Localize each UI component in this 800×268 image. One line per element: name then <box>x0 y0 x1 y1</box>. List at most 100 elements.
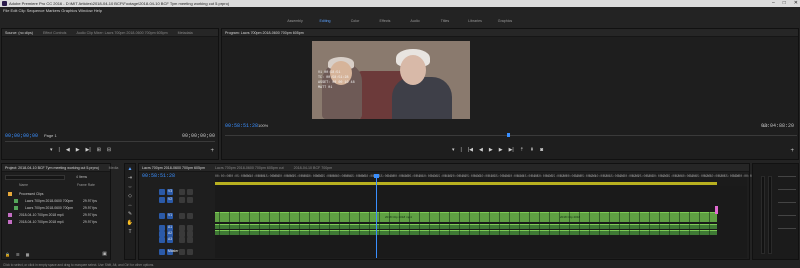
track-select-icon[interactable]: ⇥ <box>127 175 134 182</box>
clip-end-marker <box>715 206 718 214</box>
edit-point <box>309 212 310 235</box>
overlay-line-1: V1 00:58:51 <box>318 71 341 75</box>
step-back-icon[interactable]: ◀ <box>66 147 70 153</box>
program-timecode[interactable]: 00:58:51:28 <box>225 123 258 129</box>
timeline-tab-1[interactable]: Lacrs 700pm 2018-0600 700pm 605pm <box>142 165 205 170</box>
program-add-button[interactable]: + <box>790 148 794 154</box>
minimize-button[interactable]: – <box>772 0 775 7</box>
insert-icon[interactable]: ⊞ <box>97 147 101 153</box>
list-item[interactable]: Lacrs 700pm 2018-0600 700pm 29.97 fps <box>5 198 109 204</box>
list-item[interactable]: Processed Clips <box>5 191 109 197</box>
source-page-select[interactable]: Page 1 <box>44 133 57 138</box>
razor-icon[interactable]: ◇ <box>127 193 134 200</box>
workspace-tab-titles[interactable]: Titles <box>430 15 460 27</box>
tab-program[interactable]: Program: Lacrs 700pm 2018-0600 700pm 605… <box>225 30 304 35</box>
menu-bar[interactable]: File Edit Clip Sequence Markers Graphics… <box>0 7 800 15</box>
step-forward-icon[interactable]: ▶ <box>499 147 503 153</box>
selection-tool-icon[interactable]: ▲ <box>127 166 134 173</box>
workspace-tab-editing[interactable]: Editing <box>310 15 340 27</box>
close-button[interactable]: ✕ <box>794 0 798 7</box>
edit-point <box>519 212 520 235</box>
source-scrubber[interactable] <box>5 141 215 142</box>
track-header[interactable]: Master <box>139 248 214 257</box>
timeline-tab-2[interactable]: Lacrs 700pm 2018-0600 700pm 605pm cut <box>215 165 284 170</box>
overwrite-icon[interactable]: ⊟ <box>107 147 111 153</box>
track-area[interactable]: 2018 Clip 2018 mp4 2018 Clip 2018 <box>215 186 747 258</box>
mark-in-icon[interactable]: ▾ <box>50 147 53 153</box>
workspace-tab-audio[interactable]: Audio <box>400 15 430 27</box>
menu-items[interactable]: File Edit Clip Sequence Markers Graphics… <box>3 8 102 13</box>
work-area-bar[interactable] <box>215 182 717 185</box>
step-back-icon[interactable]: ◀ <box>479 147 483 153</box>
sync-lock-icon[interactable] <box>187 213 193 219</box>
tab-audio-clip-mixer[interactable]: Audio Clip Mixer: Lacrs 700pm 2018-0600 … <box>76 30 167 35</box>
workspace-tab-libraries[interactable]: Libraries <box>460 15 490 27</box>
lock-icon[interactable]: 🔒 <box>5 252 10 257</box>
list-item[interactable]: 2018-04-10 700pm 2018 mp4 29.97 fps <box>5 219 109 225</box>
play-icon[interactable]: ▶ <box>76 147 80 153</box>
toggle-output-icon[interactable] <box>179 213 185 219</box>
sync-lock-icon[interactable] <box>187 197 193 203</box>
go-to-in-icon[interactable]: |◀ <box>468 147 473 153</box>
toggle-output-icon[interactable] <box>179 249 185 255</box>
edit-point <box>459 212 460 235</box>
program-zoom-select[interactable]: 100% <box>258 123 268 128</box>
track-header[interactable]: V2 <box>139 196 214 205</box>
column-name[interactable]: Name <box>19 183 28 187</box>
playhead-handle[interactable] <box>374 174 379 178</box>
source-timecode-in[interactable]: 00;00;00;00 <box>5 133 38 139</box>
step-forward-icon[interactable]: ▶| <box>86 147 91 153</box>
mark-out-icon[interactable]: | <box>59 147 60 153</box>
source-patch-button[interactable] <box>159 249 165 255</box>
mark-in-icon[interactable]: ▾ <box>452 147 455 153</box>
timeline-playhead[interactable] <box>376 174 377 258</box>
camera-icon[interactable]: ◙ <box>540 147 543 153</box>
source-patch-button[interactable] <box>159 237 165 243</box>
column-frame-rate[interactable]: Frame Rate <box>77 183 95 187</box>
toggle-output-icon[interactable] <box>179 189 185 195</box>
timeline-tab-3[interactable]: 2018-04-10 BCF 700pm <box>294 165 333 170</box>
play-icon[interactable]: ▶ <box>489 147 493 153</box>
source-patch-button[interactable] <box>159 213 165 219</box>
new-item-button[interactable]: ▣ <box>102 251 107 257</box>
tab-media[interactable]: Media <box>109 165 119 170</box>
tab-metadata[interactable]: Metadata <box>178 30 193 35</box>
lift-icon[interactable]: ⇡ <box>520 147 524 153</box>
track-header[interactable]: V1 <box>139 212 214 221</box>
go-to-out-icon[interactable]: ▶| <box>509 147 514 153</box>
tab-project[interactable]: Project: 2018-04-10 BCF Tym meeting work… <box>5 165 99 170</box>
tab-source[interactable]: Source: (no clips) <box>5 30 33 35</box>
extract-icon[interactable]: ⇞ <box>530 147 534 153</box>
tab-effect-controls[interactable]: Effect Controls <box>43 30 67 35</box>
project-search-input[interactable] <box>5 175 65 180</box>
hand-icon[interactable]: ✋ <box>127 220 134 227</box>
type-icon[interactable]: T <box>127 229 134 236</box>
toggle-output-icon[interactable] <box>179 237 185 243</box>
sync-lock-icon[interactable] <box>187 249 193 255</box>
workspace-tab-graphics[interactable]: Graphics <box>490 15 520 27</box>
program-scrubber[interactable] <box>225 135 797 136</box>
timeline-timecode[interactable]: 00:58:51:28 <box>142 173 175 179</box>
mark-out-icon[interactable]: | <box>461 147 462 153</box>
program-playhead[interactable] <box>507 133 510 137</box>
toggle-output-icon[interactable] <box>179 197 185 203</box>
track-header[interactable]: A3 <box>139 236 214 245</box>
workspace-tab-assembly[interactable]: Assembly <box>280 15 310 27</box>
workspace-tab-effects[interactable]: Effects <box>370 15 400 27</box>
icon-view-icon[interactable]: ▦ <box>26 252 30 257</box>
sync-lock-icon[interactable] <box>187 237 193 243</box>
workspace-tab-color[interactable]: Color <box>340 15 370 27</box>
maximize-button[interactable]: □ <box>783 0 786 7</box>
edit-point <box>549 212 550 235</box>
list-view-icon[interactable]: ☰ <box>16 252 20 257</box>
pen-icon[interactable]: ✎ <box>127 211 134 218</box>
source-add-button[interactable]: + <box>210 148 214 154</box>
source-patch-button[interactable] <box>159 189 165 195</box>
list-item[interactable]: Lacrs 700pm 2018-0600 700pm 29.97 fps <box>5 205 109 211</box>
sync-lock-icon[interactable] <box>187 189 193 195</box>
overlay-line-2: TC: 00:58:51:28 <box>318 76 349 80</box>
source-patch-button[interactable] <box>159 197 165 203</box>
slip-icon[interactable]: ↔ <box>127 202 134 209</box>
ripple-edit-icon[interactable]: ⇔ <box>127 184 134 191</box>
list-item[interactable]: 2018-04-10 700pm 2018 mp4 29.97 fps <box>5 212 109 218</box>
